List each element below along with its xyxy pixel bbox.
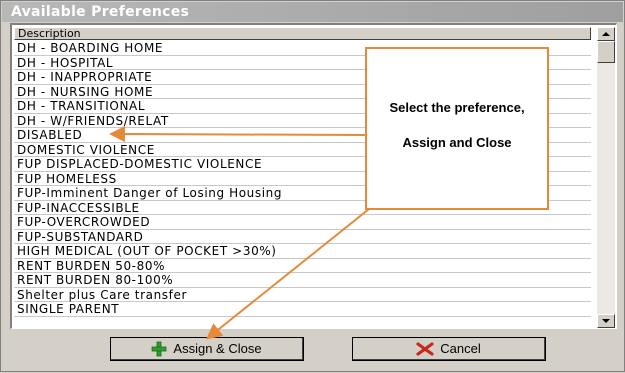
list-item[interactable]: HIGH MEDICAL (OUT OF POCKET >30%): [14, 244, 591, 259]
list-item[interactable]: SINGLE PARENT: [14, 302, 591, 317]
list-item[interactable]: Shelter plus Care transfer: [14, 288, 591, 302]
window-title: Available Preferences: [2, 2, 623, 22]
arrow-down-icon: [602, 319, 610, 323]
list-item[interactable]: FUP-OVERCROWDED: [14, 215, 591, 230]
scroll-up-button[interactable]: [597, 27, 615, 41]
list-item[interactable]: FUP-SUBSTANDARD: [14, 230, 591, 244]
instruction-callout: Select the preference, Assign and Close: [365, 47, 549, 210]
assign-close-label: Assign & Close: [173, 341, 262, 356]
preferences-window: Available Preferences Description DH - B…: [0, 0, 625, 372]
assign-close-button[interactable]: Assign & Close: [110, 337, 304, 361]
callout-text-line1: Select the preference,: [389, 100, 525, 115]
x-icon: [416, 341, 434, 356]
scroll-down-button[interactable]: [597, 314, 615, 328]
scroll-thumb[interactable]: [597, 41, 615, 63]
cancel-label: Cancel: [440, 341, 481, 356]
callout-text-line2: Assign and Close: [402, 135, 512, 150]
column-header-description[interactable]: Description: [14, 27, 591, 40]
cancel-button[interactable]: Cancel: [352, 337, 546, 361]
plus-icon: [151, 341, 167, 357]
list-item[interactable]: RENT BURDEN 50-80%: [14, 259, 591, 273]
list-item[interactable]: RENT BURDEN 80-100%: [14, 273, 591, 288]
arrow-up-icon: [602, 32, 610, 36]
vertical-scrollbar[interactable]: [597, 27, 615, 328]
